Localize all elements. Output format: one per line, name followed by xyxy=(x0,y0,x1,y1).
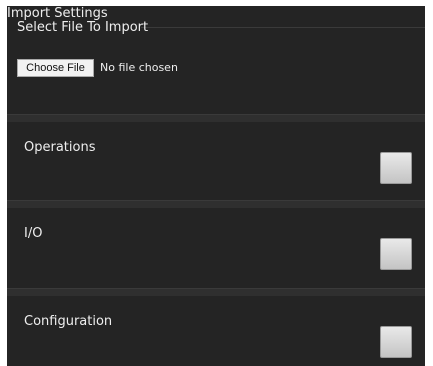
section-configuration: Configuration xyxy=(7,296,425,366)
panel-title: Import Settings xyxy=(7,6,108,21)
section-divider xyxy=(7,200,425,208)
configuration-toggle[interactable] xyxy=(380,326,412,358)
file-import-group: Select File To Import Choose File No fil… xyxy=(7,20,425,114)
section-label-operations: Operations xyxy=(24,140,96,155)
choose-file-button[interactable]: Choose File xyxy=(17,59,94,77)
section-label-configuration: Configuration xyxy=(24,314,113,329)
file-status-text: No file chosen xyxy=(100,61,178,74)
section-operations: Operations xyxy=(7,122,425,200)
group-border xyxy=(141,27,425,28)
section-divider xyxy=(7,114,425,122)
section-divider xyxy=(7,288,425,296)
import-settings-panel: Import Settings Select File To Import Ch… xyxy=(7,6,425,366)
io-toggle[interactable] xyxy=(380,238,412,270)
section-io: I/O xyxy=(7,208,425,288)
operations-toggle[interactable] xyxy=(380,152,412,184)
file-import-legend: Select File To Import xyxy=(17,20,149,35)
section-label-io: I/O xyxy=(24,226,43,241)
